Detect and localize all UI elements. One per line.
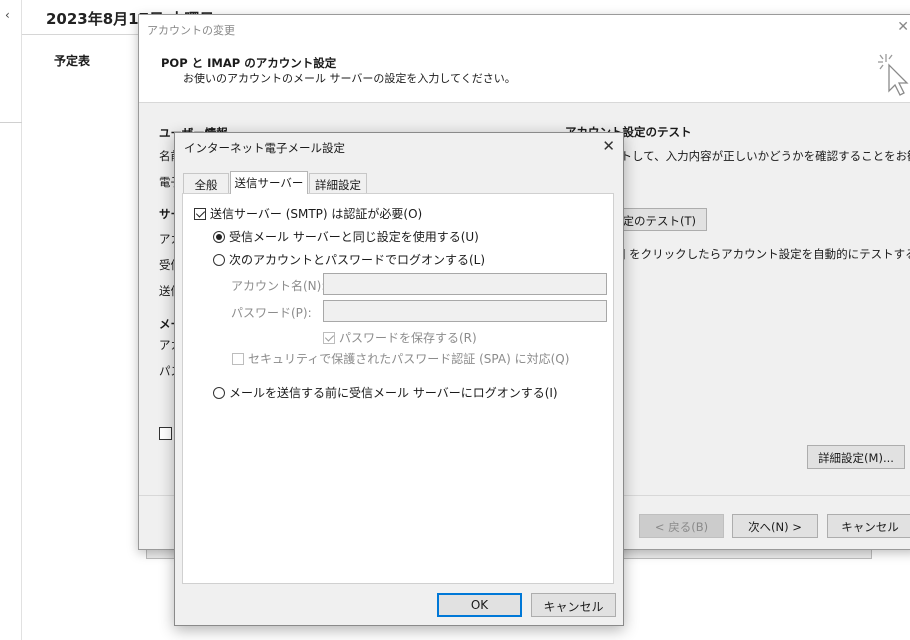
cursor-click-icon bbox=[878, 54, 909, 96]
remember-password-checkbox[interactable] bbox=[323, 332, 335, 344]
close-icon[interactable]: ✕ bbox=[897, 19, 909, 35]
account-cancel-button[interactable]: キャンセル bbox=[827, 514, 910, 538]
smtp-auth-option[interactable]: 送信サーバー (SMTP) は認証が必要(O) bbox=[194, 205, 422, 222]
smtp-auth-label: 送信サーバー (SMTP) は認証が必要(O) bbox=[210, 207, 423, 221]
smtp-auth-checkbox[interactable] bbox=[194, 208, 206, 220]
left-strip bbox=[0, 0, 22, 640]
account-dialog-titlebar: アカウントの変更 ✕ bbox=[139, 15, 910, 43]
logon-before-send-label: メールを送信する前に受信メール サーバーにログオンする(I) bbox=[229, 386, 558, 400]
nav-back-icon[interactable]: ‹ bbox=[5, 8, 10, 22]
spa-option[interactable]: セキュリティで保護されたパスワード認証 (SPA) に対応(Q) bbox=[232, 350, 569, 367]
outgoing-server-panel: 送信サーバー (SMTP) は認証が必要(O) 受信メール サーバーと同じ設定を… bbox=[182, 193, 614, 584]
back-button[interactable]: < 戻る(B) bbox=[639, 514, 724, 538]
account-dialog-title: アカウントの変更 bbox=[147, 24, 235, 37]
close-icon[interactable]: ✕ bbox=[602, 137, 615, 155]
next-button[interactable]: 次へ(N) > bbox=[732, 514, 818, 538]
remember-password-label: パスワードを保存する(R) bbox=[339, 331, 477, 345]
account-name-label: アカウント名(N): bbox=[231, 279, 326, 293]
internet-email-settings-dialog: インターネット電子メール設定 ✕ 全般 送信サーバー 詳細設定 送信サーバー (… bbox=[174, 132, 624, 626]
same-settings-radio[interactable] bbox=[213, 231, 225, 243]
same-settings-label: 受信メール サーバーと同じ設定を使用する(U) bbox=[229, 230, 479, 244]
header-title: POP と IMAP のアカウント設定 bbox=[161, 56, 337, 70]
tab-general[interactable]: 全般 bbox=[183, 173, 229, 193]
spa-checkbox[interactable] bbox=[232, 353, 244, 365]
remember-password-option[interactable]: パスワードを保存する(R) bbox=[323, 329, 477, 346]
schedule-label: 予定表 bbox=[54, 54, 91, 68]
logon-with-label: 次のアカウントとパスワードでログオンする(L) bbox=[229, 253, 486, 267]
tab-outgoing-server[interactable]: 送信サーバー bbox=[230, 171, 308, 194]
logon-with-radio[interactable] bbox=[213, 254, 225, 266]
more-settings-checkbox[interactable] bbox=[159, 427, 172, 440]
auto-test-text: ] をクリックしたらアカウント設定を自動的にテストする bbox=[621, 247, 910, 261]
tab-advanced[interactable]: 詳細設定 bbox=[309, 173, 367, 193]
internet-dialog-title: インターネット電子メール設定 bbox=[184, 141, 345, 155]
logon-before-send-radio[interactable] bbox=[213, 387, 225, 399]
same-settings-option[interactable]: 受信メール サーバーと同じ設定を使用する(U) bbox=[213, 228, 479, 245]
advanced-settings-button[interactable]: 詳細設定(M)... bbox=[807, 445, 905, 469]
account-name-field[interactable] bbox=[323, 273, 607, 295]
account-dialog-header: POP と IMAP のアカウント設定 お使いのアカウントのメール サーバーの設… bbox=[139, 43, 910, 103]
ok-button[interactable]: OK bbox=[437, 593, 522, 617]
test-description: ストして、入力内容が正しいかどうかを確認することをお勧め bbox=[609, 149, 910, 163]
test-account-button[interactable]: 定のテスト(T) bbox=[619, 208, 707, 231]
logon-before-send-option[interactable]: メールを送信する前に受信メール サーバーにログオンする(I) bbox=[213, 384, 558, 401]
cancel-button[interactable]: キャンセル bbox=[531, 593, 616, 617]
spa-label: セキュリティで保護されたパスワード認証 (SPA) に対応(Q) bbox=[248, 352, 570, 366]
password-label: パスワード(P): bbox=[231, 306, 312, 320]
header-subtitle: お使いのアカウントのメール サーバーの設定を入力してください。 bbox=[183, 72, 516, 85]
logon-with-option[interactable]: 次のアカウントとパスワードでログオンする(L) bbox=[213, 251, 485, 268]
password-field[interactable] bbox=[323, 300, 607, 322]
